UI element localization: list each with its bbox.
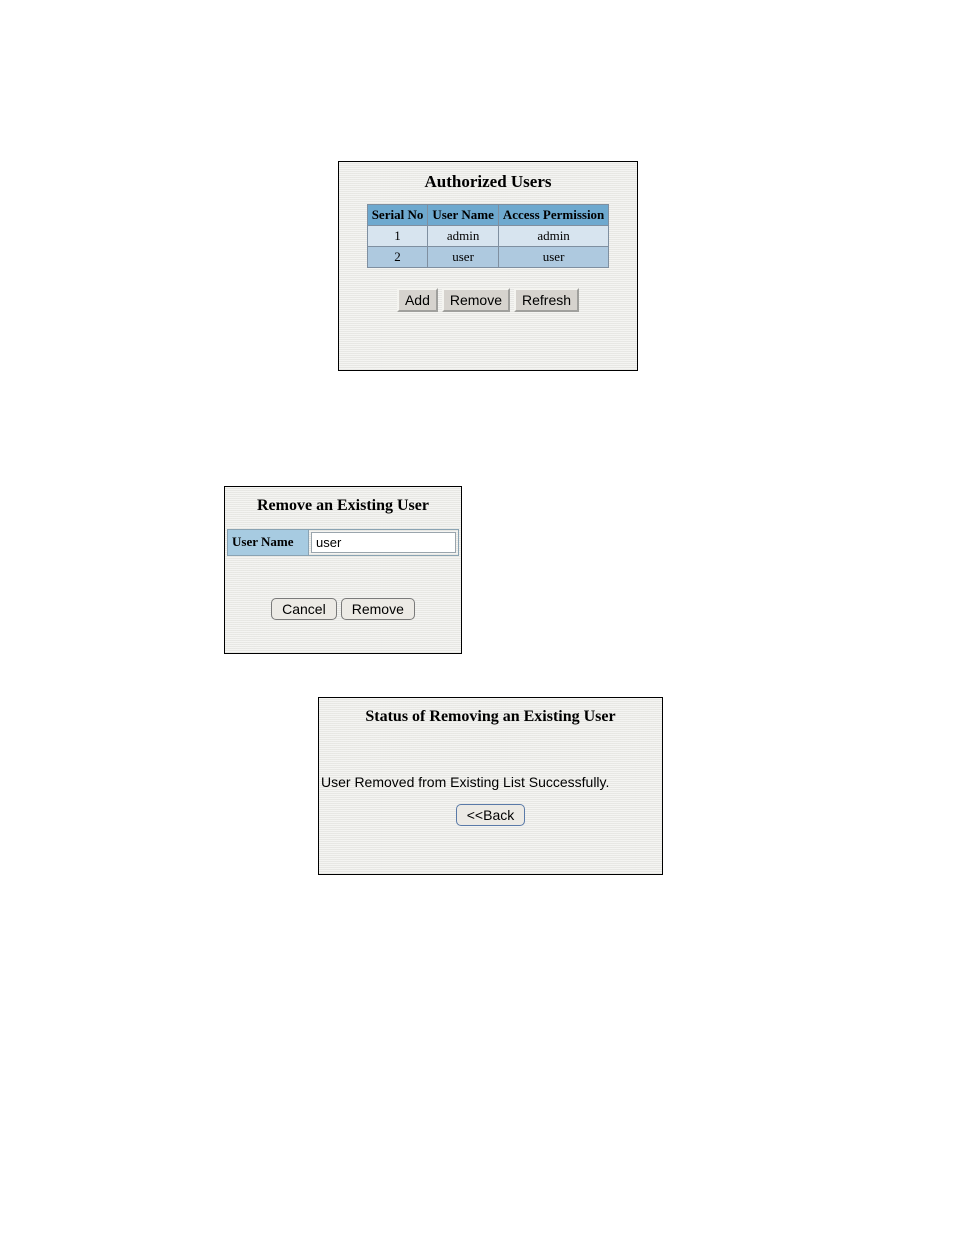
remove-user-panel: Remove an Existing User User Name Cancel… [224, 486, 462, 654]
authorized-users-panel: Authorized Users Serial No User Name Acc… [338, 161, 638, 371]
cancel-button[interactable]: Cancel [271, 598, 337, 620]
status-buttons: <<Back [319, 804, 662, 826]
remove-button[interactable]: Remove [442, 288, 510, 312]
authorized-users-table: Serial No User Name Access Permission 1 … [367, 204, 610, 268]
remove-user-buttons: Cancel Remove [225, 598, 461, 620]
refresh-button[interactable]: Refresh [514, 288, 579, 312]
status-message: User Removed from Existing List Successf… [319, 732, 662, 790]
col-username: User Name [428, 205, 499, 226]
table-row[interactable]: 2 user user [367, 247, 609, 268]
cell-username: user [428, 247, 499, 268]
username-input-cell [309, 529, 459, 556]
remove-user-row: User Name [227, 529, 459, 556]
col-serial: Serial No [367, 205, 428, 226]
col-permission: Access Permission [498, 205, 608, 226]
cell-serial: 1 [367, 226, 428, 247]
cell-permission: user [498, 247, 608, 268]
authorized-buttons: Add Remove Refresh [339, 268, 637, 312]
status-panel: Status of Removing an Existing User User… [318, 697, 663, 875]
status-title: Status of Removing an Existing User [319, 698, 662, 732]
cell-permission: admin [498, 226, 608, 247]
add-button[interactable]: Add [397, 288, 438, 312]
username-input[interactable] [311, 532, 456, 553]
remove-submit-button[interactable]: Remove [341, 598, 415, 620]
remove-user-title: Remove an Existing User [225, 487, 461, 525]
username-label: User Name [227, 529, 309, 556]
cell-username: admin [428, 226, 499, 247]
table-row[interactable]: 1 admin admin [367, 226, 609, 247]
cell-serial: 2 [367, 247, 428, 268]
table-header-row: Serial No User Name Access Permission [367, 205, 609, 226]
back-button[interactable]: <<Back [456, 804, 525, 826]
authorized-users-title: Authorized Users [339, 162, 637, 204]
